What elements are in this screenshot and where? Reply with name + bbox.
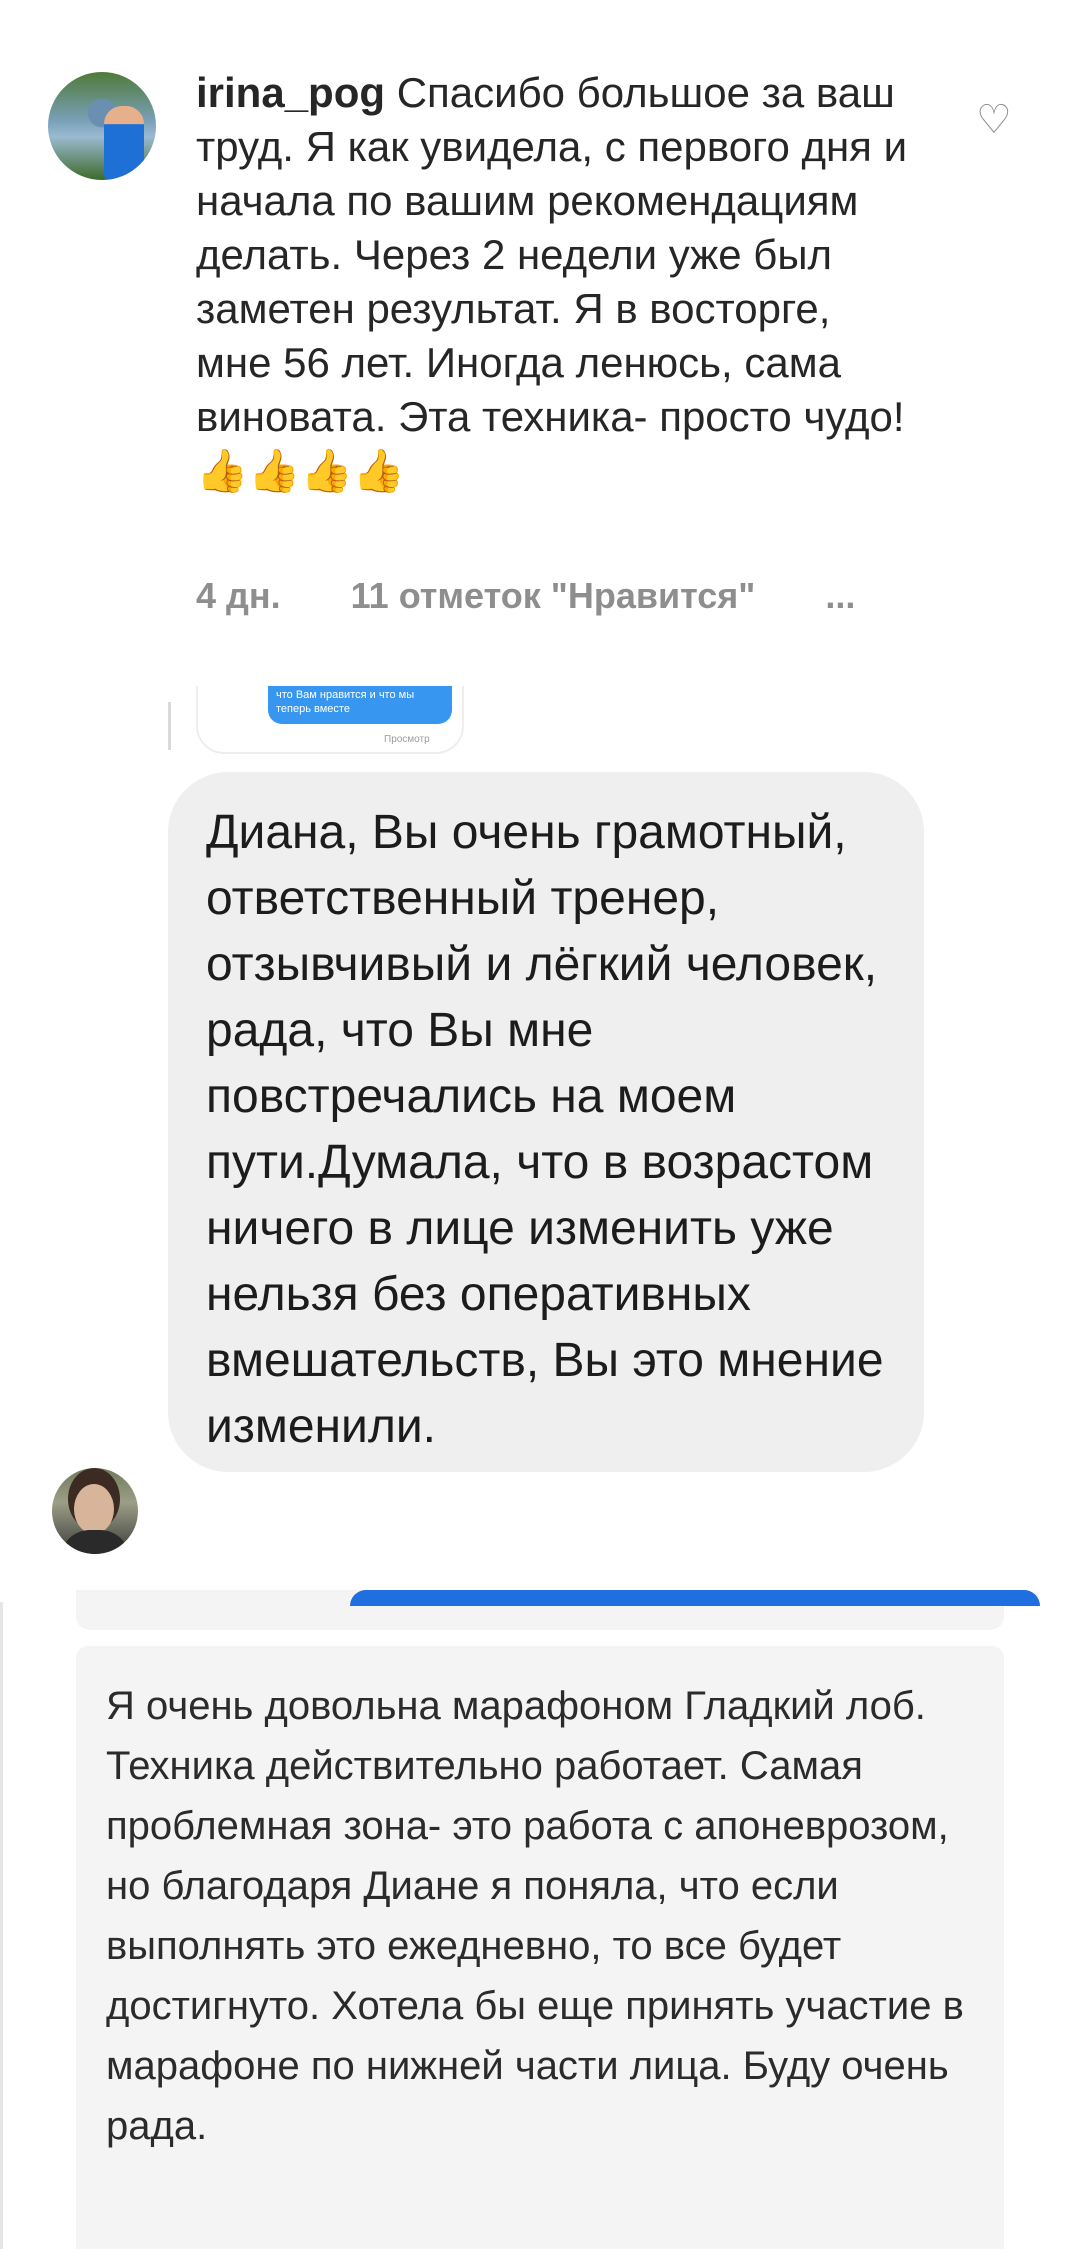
- divider: [0, 1602, 3, 2249]
- thumbnail-message: что Вам нравится и что мы теперь вместе: [268, 686, 452, 724]
- review-panel: Я очень довольна марафоном Гладкий лоб. …: [0, 1590, 1080, 2249]
- instagram-comment-panel: irina_pog Спасибо большое за ваш труд. Я…: [0, 0, 1080, 690]
- avatar-body: [60, 1530, 130, 1554]
- avatar-figure: [104, 106, 144, 180]
- thumbnail-status: Просмотр: [384, 734, 430, 745]
- comment-username[interactable]: irina_pog: [196, 69, 385, 116]
- blue-bubble-edge: [350, 1590, 1040, 1606]
- commenter-avatar[interactable]: [48, 72, 156, 180]
- comment-likes-link[interactable]: 11 отметок "Нравится": [351, 575, 756, 616]
- reply-line: [168, 702, 171, 750]
- direct-message-panel: что Вам нравится и что мы теперь вместе …: [0, 686, 1080, 1590]
- comment-meta: 4 дн. 11 отметок "Нравится" ...: [196, 574, 855, 618]
- avatar-face: [74, 1484, 114, 1534]
- heart-outline-icon[interactable]: ♡: [976, 100, 1016, 140]
- sender-avatar[interactable]: [52, 1468, 138, 1554]
- message-bubble[interactable]: Диана, Вы очень грамотный, ответственный…: [168, 772, 924, 1472]
- replied-story-thumbnail[interactable]: что Вам нравится и что мы теперь вместе …: [196, 686, 464, 754]
- thumbs-up-emoji: 👍👍👍👍: [196, 446, 406, 495]
- comment-time: 4 дн.: [196, 575, 281, 616]
- comment-body: irina_pog Спасибо большое за ваш труд. Я…: [196, 66, 916, 498]
- review-card: Я очень довольна марафоном Гладкий лоб. …: [76, 1646, 1004, 2249]
- review-text: Я очень довольна марафоном Гладкий лоб. …: [106, 1684, 964, 2148]
- message-text: Диана, Вы очень грамотный, ответственный…: [206, 806, 884, 1453]
- comment-text: Спасибо большое за ваш труд. Я как увиде…: [196, 69, 908, 440]
- more-options-icon[interactable]: ...: [825, 575, 855, 616]
